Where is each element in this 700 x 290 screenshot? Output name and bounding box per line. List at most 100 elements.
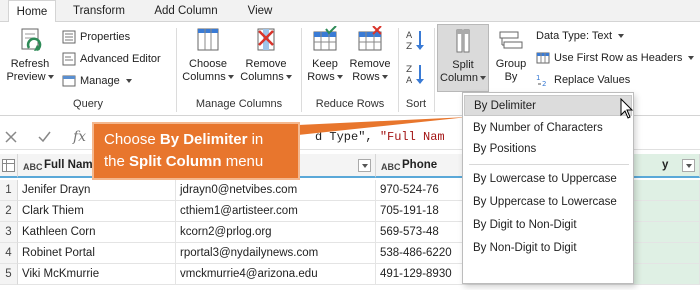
tab-home[interactable]: Home [8, 0, 56, 23]
menu-item-by-delimiter[interactable]: By Delimiter [464, 95, 632, 116]
table-cell[interactable]: rportal3@nydailynews.com [176, 243, 376, 264]
filter-dropdown-icon[interactable] [358, 159, 371, 172]
use-first-row-headers-button[interactable]: Use First Row as Headers [536, 49, 695, 67]
svg-text:1: 1 [536, 74, 540, 82]
refresh-preview-button[interactable]: Refresh Preview [4, 26, 56, 84]
table-cell[interactable]: cthiem1@artisteer.com [176, 201, 376, 222]
table-cell[interactable]: Jenifer Drayn [18, 180, 176, 201]
first-row-headers-label: Use First Row as Headers [554, 52, 683, 64]
column-header-label: y [662, 159, 669, 171]
row-number[interactable]: 3 [0, 222, 18, 243]
advanced-editor-icon [62, 52, 76, 66]
table-cell[interactable]: Viki McKmurrie [18, 264, 176, 285]
remove-rows-label-2: Rows [347, 71, 393, 84]
data-type-label: Data Type: Text [536, 30, 613, 42]
menu-item-by-uppercase-to-lowercase[interactable]: By Uppercase to Lowercase [464, 192, 632, 213]
choose-columns-button[interactable]: Choose Columns [180, 26, 236, 84]
svg-text:2: 2 [542, 80, 546, 87]
svg-text:Z: Z [406, 42, 412, 52]
fx-icon: fx [73, 129, 87, 145]
data-type-dropdown[interactable]: Data Type: Text [536, 27, 625, 45]
callout-line-2: the Split Column menu [104, 153, 264, 170]
filter-dropdown-icon[interactable] [682, 159, 695, 172]
advanced-editor-label: Advanced Editor [80, 53, 161, 65]
first-row-headers-icon [536, 52, 550, 64]
cancel-icon[interactable] [5, 131, 17, 143]
menu-item-by-non-digit-to-digit[interactable]: By Non-Digit to Digit [464, 238, 632, 259]
table-cell[interactable]: vmckmurrie4@arizona.edu [176, 264, 376, 285]
properties-label: Properties [80, 31, 131, 43]
properties-icon [62, 30, 76, 44]
group-by-button[interactable]: Group By [492, 26, 530, 84]
callout-line-1: Choose By Delimiter in [104, 131, 264, 148]
confirm-icon[interactable] [38, 131, 51, 143]
sort-descending-icon[interactable]: Z A [404, 62, 428, 86]
group-label: Group [495, 58, 527, 70]
menu-item-by-positions[interactable]: By Positions [464, 139, 632, 160]
split-column-button[interactable]: Split Column [437, 24, 489, 92]
svg-text:Z: Z [406, 65, 412, 75]
replace-values-label: Replace Values [554, 74, 631, 86]
remove-label: Remove [245, 58, 287, 70]
remove-rows-label-1: Remove [349, 58, 391, 70]
row-number[interactable]: 5 [0, 264, 18, 285]
refresh-icon [21, 28, 42, 52]
menu-separator [469, 164, 629, 165]
callout-arrow [298, 117, 468, 135]
remove-columns-icon [257, 28, 275, 51]
keep-rows-icon [313, 26, 337, 51]
refresh-label: Refresh [10, 58, 50, 70]
by-label: By [504, 71, 518, 83]
preview-label: Preview [4, 71, 56, 84]
instruction-callout: Choose By Delimiter in the Split Column … [92, 122, 300, 180]
manage-button[interactable]: Manage [62, 72, 132, 90]
table-cell[interactable]: jdrayn0@netvibes.com [176, 180, 376, 201]
properties-button[interactable]: Properties [62, 28, 130, 46]
column-header-label: Phone [402, 159, 438, 171]
ribbon-separator [176, 28, 177, 112]
split-column-menu: By Delimiter By Number of Characters By … [462, 92, 634, 284]
remove-columns-button[interactable]: Remove Columns [238, 26, 294, 84]
ribbon-tabs: Home Transform Add Column View [0, 0, 700, 23]
svg-text:A: A [406, 76, 413, 86]
tab-transform[interactable]: Transform [66, 0, 132, 22]
table-cell[interactable]: Kathleen Corn [18, 222, 176, 243]
keep-rows-button[interactable]: Keep Rows [305, 26, 345, 84]
ribbon-separator [434, 28, 435, 112]
keep-rows-label: Rows [305, 71, 345, 84]
row-number[interactable]: 4 [0, 243, 18, 264]
row-number[interactable]: 1 [0, 180, 18, 201]
mouse-cursor-icon [620, 98, 634, 119]
remove-columns-label: Columns [238, 71, 294, 84]
reduce-rows-group-label: Reduce Rows [315, 98, 385, 110]
text-type-icon: ABC [381, 162, 401, 172]
manage-columns-group-label: Manage Columns [195, 98, 283, 110]
column-header-label: Full Name [44, 159, 99, 171]
replace-values-button[interactable]: 12 Replace Values [536, 71, 630, 89]
split-column-icon [456, 29, 470, 53]
advanced-editor-button[interactable]: Advanced Editor [62, 50, 161, 68]
menu-item-by-digit-to-non-digit[interactable]: By Digit to Non-Digit [464, 215, 632, 236]
manage-label: Manage [80, 75, 120, 87]
keep-label: Keep [312, 58, 338, 70]
remove-rows-icon [358, 26, 382, 51]
table-cell[interactable]: kcorn2@prlog.org [176, 222, 376, 243]
table-cell[interactable]: Clark Thiem [18, 201, 176, 222]
choose-columns-icon [197, 28, 219, 51]
table-corner[interactable] [0, 154, 18, 178]
replace-values-icon: 12 [536, 74, 546, 87]
menu-item-by-number-of-characters[interactable]: By Number of Characters [464, 118, 632, 139]
group-by-icon [499, 31, 523, 49]
row-number[interactable]: 2 [0, 201, 18, 222]
tab-add-column[interactable]: Add Column [146, 0, 226, 22]
sort-ascending-icon[interactable]: A Z [404, 28, 428, 52]
menu-item-by-lowercase-to-uppercase[interactable]: By Lowercase to Uppercase [464, 169, 632, 190]
tab-view[interactable]: View [238, 0, 282, 22]
split-label: Split [452, 59, 474, 71]
manage-icon [62, 75, 76, 87]
table-cell[interactable]: Robinet Portal [18, 243, 176, 264]
columns-label: Columns [180, 71, 236, 84]
sort-group-label: Sort [405, 98, 427, 110]
remove-rows-button[interactable]: Remove Rows [347, 26, 393, 84]
query-group-label: Query [73, 98, 103, 110]
